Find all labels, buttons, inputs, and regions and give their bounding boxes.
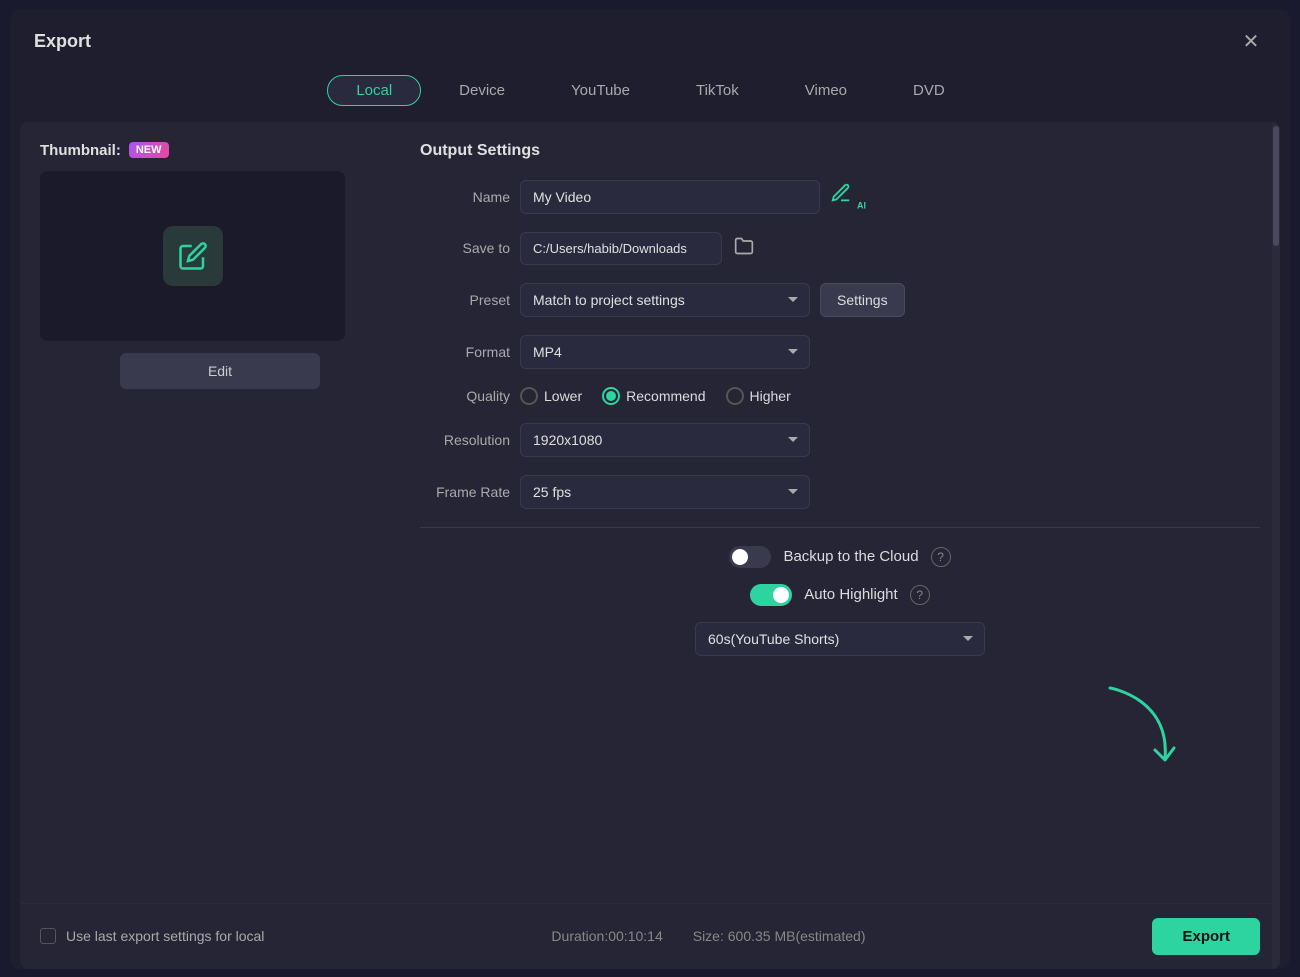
format-label: Format (420, 344, 510, 360)
scrollbar-thumb (1273, 126, 1279, 246)
preset-label: Preset (420, 292, 510, 308)
arrow-indicator (1100, 678, 1180, 783)
resolution-select[interactable]: 1920x1080 1280x720 3840x2160 (520, 423, 810, 457)
toggle-thumb (732, 549, 748, 565)
quality-field-row: Quality Lower Recommend Higher (420, 387, 1260, 405)
quality-options: Lower Recommend Higher (520, 387, 791, 405)
tab-bar: Local Device YouTube TikTok Vimeo DVD (10, 67, 1290, 122)
quality-label: Quality (420, 388, 510, 404)
preset-row: Match to project settings Settings (520, 283, 905, 317)
quality-higher-radio[interactable] (726, 387, 744, 405)
quality-lower-label: Lower (544, 388, 582, 404)
new-badge: NEW (129, 142, 169, 158)
export-dialog: Export ✕ Local Device YouTube TikTok Vim… (10, 9, 1290, 969)
use-last-settings-checkbox[interactable] (40, 928, 56, 944)
scrollbar[interactable] (1272, 122, 1280, 969)
tab-tiktok[interactable]: TikTok (668, 75, 767, 106)
thumbnail-preview (40, 171, 345, 341)
resolution-field-row: Resolution 1920x1080 1280x720 3840x2160 (420, 423, 1260, 457)
auto-highlight-row: Auto Highlight ? (420, 584, 1260, 606)
thumbnail-icon (163, 226, 223, 286)
name-label: Name (420, 189, 510, 205)
tab-device[interactable]: Device (431, 75, 533, 106)
tab-dvd[interactable]: DVD (885, 75, 973, 106)
quality-lower-radio[interactable] (520, 387, 538, 405)
format-select[interactable]: MP4 AVI MOV (520, 335, 810, 369)
main-content: Thumbnail: NEW Edit Output (20, 122, 1280, 969)
name-field-row: Name AI (420, 180, 1260, 214)
folder-button[interactable] (730, 232, 758, 265)
auto-highlight-help-icon[interactable]: ? (910, 585, 930, 605)
quality-recommend-radio[interactable] (602, 387, 620, 405)
left-panel: Thumbnail: NEW Edit (40, 142, 400, 883)
ai-icon[interactable]: AI (830, 182, 866, 211)
size-info: Size: 600.35 MB(estimated) (693, 928, 866, 944)
dialog-title: Export (34, 31, 91, 52)
use-last-settings-label: Use last export settings for local (66, 928, 264, 944)
quality-recommend-label: Recommend (626, 388, 705, 404)
footer-left: Use last export settings for local (40, 928, 264, 944)
auto-highlight-thumb (773, 587, 789, 603)
shorts-row: 60s(YouTube Shorts) 30s 15s (420, 622, 1260, 656)
duration-info: Duration:00:10:14 (551, 928, 662, 944)
auto-highlight-toggle[interactable] (750, 584, 792, 606)
export-button[interactable]: Export (1152, 918, 1260, 955)
footer: Use last export settings for local Durat… (20, 903, 1280, 969)
format-field-row: Format MP4 AVI MOV (420, 335, 1260, 369)
cloud-backup-help-icon[interactable]: ? (931, 547, 951, 567)
edit-button[interactable]: Edit (120, 353, 320, 389)
tab-vimeo[interactable]: Vimeo (777, 75, 875, 106)
settings-button[interactable]: Settings (820, 283, 905, 317)
auto-highlight-label: Auto Highlight (804, 586, 897, 603)
title-bar: Export ✕ (10, 9, 1290, 67)
quality-recommend[interactable]: Recommend (602, 387, 705, 405)
name-input[interactable] (520, 180, 820, 214)
save-path-input[interactable] (520, 232, 722, 265)
tab-youtube[interactable]: YouTube (543, 75, 658, 106)
thumbnail-section: Thumbnail: NEW (40, 142, 400, 159)
cloud-backup-label: Backup to the Cloud (783, 548, 918, 565)
quality-higher-label: Higher (750, 388, 791, 404)
footer-info: Duration:00:10:14 Size: 600.35 MB(estima… (551, 928, 865, 944)
resolution-label: Resolution (420, 432, 510, 448)
cloud-backup-row: Backup to the Cloud ? (420, 546, 1260, 568)
cloud-backup-toggle[interactable] (729, 546, 771, 568)
path-row (520, 232, 758, 265)
preset-field-row: Preset Match to project settings Setting… (420, 283, 1260, 317)
framerate-label: Frame Rate (420, 484, 510, 500)
framerate-select[interactable]: 25 fps 24 fps 30 fps 60 fps (520, 475, 810, 509)
right-panel: Output Settings Name AI Save to (420, 142, 1260, 883)
framerate-field-row: Frame Rate 25 fps 24 fps 30 fps 60 fps (420, 475, 1260, 509)
divider (420, 527, 1260, 528)
thumbnail-label-text: Thumbnail: (40, 142, 121, 159)
quality-lower[interactable]: Lower (520, 387, 582, 405)
save-to-label: Save to (420, 240, 510, 256)
preset-select[interactable]: Match to project settings (520, 283, 810, 317)
quality-higher[interactable]: Higher (726, 387, 791, 405)
tab-local[interactable]: Local (327, 75, 421, 106)
content-area: Thumbnail: NEW Edit Output (20, 122, 1280, 903)
save-to-field-row: Save to (420, 232, 1260, 265)
output-settings-title: Output Settings (420, 142, 1260, 160)
close-button[interactable]: ✕ (1236, 27, 1266, 57)
shorts-select[interactable]: 60s(YouTube Shorts) 30s 15s (695, 622, 985, 656)
